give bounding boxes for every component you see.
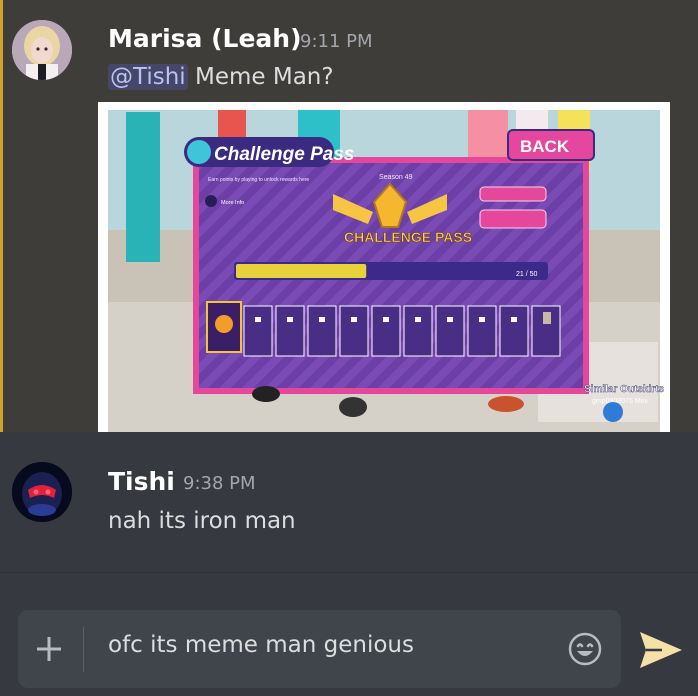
watermark-title: Similar Outskirts [584,384,664,395]
image-attachment[interactable]: Challenge Pass BACK Season 49 Earn point… [98,102,670,432]
avatar[interactable] [12,462,72,522]
composer-separator [83,627,84,672]
more-info-button[interactable]: More Info [221,200,244,206]
back-button[interactable]: BACK [520,137,570,156]
message-author[interactable]: Marisa (Leah) [108,24,302,53]
smile-emoji-icon [568,632,602,666]
challenge-pass-badge: Challenge Pass [214,144,354,165]
progress-label: 21 / 50 [516,271,538,278]
send-arrow-icon [640,632,682,668]
attach-button[interactable] [24,621,74,677]
info-text: Earn points by playing to unlock rewards… [208,177,309,183]
reward-cards [206,301,561,357]
message-text: nah its iron man [108,508,296,534]
send-button[interactable] [636,628,686,672]
message-timestamp: 9:38 PM [183,473,256,494]
mention-highlight-bar [0,0,3,432]
plus-icon [37,637,61,661]
season-label: Season 49 [379,174,413,181]
user-mention[interactable]: @Tishi [108,64,188,90]
avatar[interactable] [12,20,72,80]
message-timestamp: 9:11 PM [300,31,373,52]
message-content: @Tishi Meme Man? [108,64,334,90]
watermark-subtitle: gmp0908075 Mini [592,398,648,405]
message-text: Meme Man? [187,64,334,90]
progress-fill [236,264,367,278]
divider [0,572,698,573]
challenge-pass-logo: CHALLENGE PASS [344,229,472,245]
message-input[interactable]: ofc its meme man genious [108,632,414,658]
message-author[interactable]: Tishi [108,467,175,496]
emoji-button[interactable] [566,630,604,668]
